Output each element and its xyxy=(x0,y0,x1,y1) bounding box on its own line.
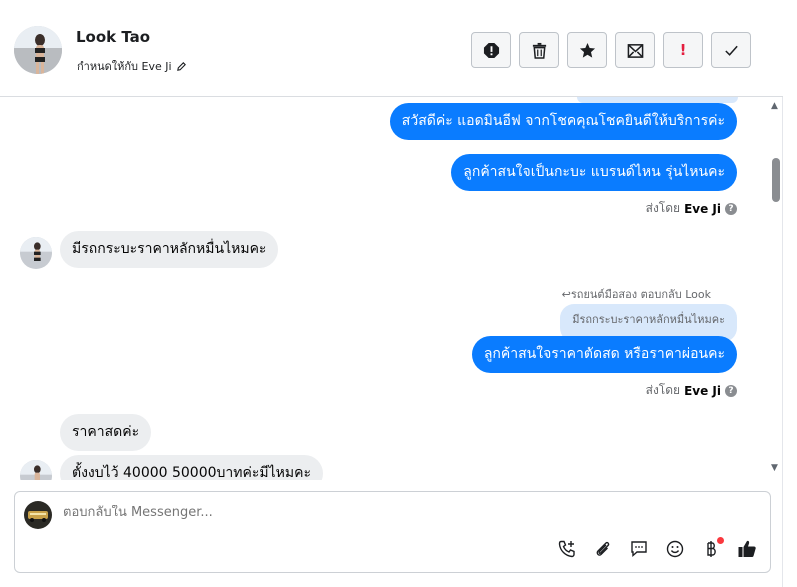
reply-input[interactable] xyxy=(63,505,663,520)
call-add-icon xyxy=(558,540,575,558)
reply-context: ↩รถยนต์มือสอง ตอบกลับ Look xyxy=(562,285,711,303)
star-button[interactable] xyxy=(567,32,607,68)
mail-icon xyxy=(627,43,643,58)
message-bubble-outgoing[interactable]: ลูกค้าสนใจเป็นกะบะ แบรนด์ไหน รุ่นไหนคะ xyxy=(451,154,737,191)
emoji-icon xyxy=(666,540,684,558)
conversation-actions: ! xyxy=(471,32,751,68)
check-icon xyxy=(724,45,738,56)
conversation-header: Look Tao กำหนดให้กับ Eve Ji ! xyxy=(0,0,783,97)
sent-by-prefix: ส่งโดย xyxy=(645,383,681,397)
help-icon[interactable]: ? xyxy=(725,202,737,215)
reply-arrow-icon: ↩ xyxy=(561,288,571,301)
message-bubble-outgoing[interactable]: ลูกค้าสนใจราคาตัดสด หรือราคาผ่อนคะ xyxy=(471,336,737,373)
contact-avatar[interactable] xyxy=(14,26,62,74)
exclamation-icon: ! xyxy=(679,41,687,59)
sent-by-label: ส่งโดย Eve Ji ? xyxy=(646,199,737,218)
notification-dot xyxy=(717,537,724,544)
saved-replies-button[interactable] xyxy=(628,538,650,560)
sent-by-label: ส่งโดย Eve Ji ? xyxy=(646,381,737,400)
message-bubble-incoming[interactable]: ราคาสดค่ะ xyxy=(60,414,152,451)
mark-done-button[interactable] xyxy=(711,32,751,68)
emoji-button[interactable] xyxy=(664,538,686,560)
report-icon xyxy=(483,42,499,58)
thumbs-up-icon xyxy=(738,540,756,557)
reply-context-label: รถยนต์มือสอง ตอบกลับ Look xyxy=(570,288,711,301)
scroll-up-arrow-icon[interactable]: ▲ xyxy=(771,101,778,111)
attach-button[interactable] xyxy=(592,538,614,560)
mark-unread-button[interactable] xyxy=(615,32,655,68)
sent-by-name: Eve Ji xyxy=(684,201,721,216)
sent-by-prefix: ส่งโดย xyxy=(645,201,681,215)
message-bubble-incoming[interactable]: ตั้งงบไว้ 40000 50000บาทค่ะมีไหมคะ xyxy=(60,455,323,480)
contact-name[interactable]: Look Tao xyxy=(76,28,150,46)
sent-by-name: Eve Ji xyxy=(684,383,721,398)
page-avatar xyxy=(24,501,52,529)
message-bubble-incoming[interactable]: มีรถกระบะราคาหลักหมื่นไหมคะ xyxy=(60,231,279,268)
reply-composer xyxy=(14,491,771,573)
scrollbar-thumb[interactable] xyxy=(772,158,780,202)
payment-button[interactable] xyxy=(700,537,724,560)
contact-avatar-small[interactable] xyxy=(20,460,52,480)
help-icon[interactable]: ? xyxy=(725,384,737,397)
mark-important-button[interactable]: ! xyxy=(663,32,703,68)
assigned-to-label: กำหนดให้กับ Eve Ji xyxy=(77,60,172,73)
conversation-panel: Look Tao กำหนดให้กับ Eve Ji ! สวัสดีค่ะ … xyxy=(0,0,783,587)
star-icon xyxy=(579,42,595,58)
scroll-down-arrow-icon[interactable]: ▼ xyxy=(771,463,778,473)
call-add-button[interactable] xyxy=(556,538,578,560)
report-button[interactable] xyxy=(471,32,511,68)
contact-avatar-small[interactable] xyxy=(20,237,52,269)
composer-tools xyxy=(556,537,758,560)
chat-bubble-icon xyxy=(631,541,647,558)
delete-button[interactable] xyxy=(519,32,559,68)
like-button[interactable] xyxy=(736,538,758,560)
pencil-icon[interactable] xyxy=(176,61,187,72)
attach-icon xyxy=(596,541,610,556)
assigned-to[interactable]: กำหนดให้กับ Eve Ji xyxy=(77,57,187,75)
trash-icon xyxy=(532,42,546,59)
message-bubble-outgoing[interactable]: สวัสดีค่ะ แอดมินอีฟ จากโชคคุณโชคยินดีให้… xyxy=(389,103,737,140)
